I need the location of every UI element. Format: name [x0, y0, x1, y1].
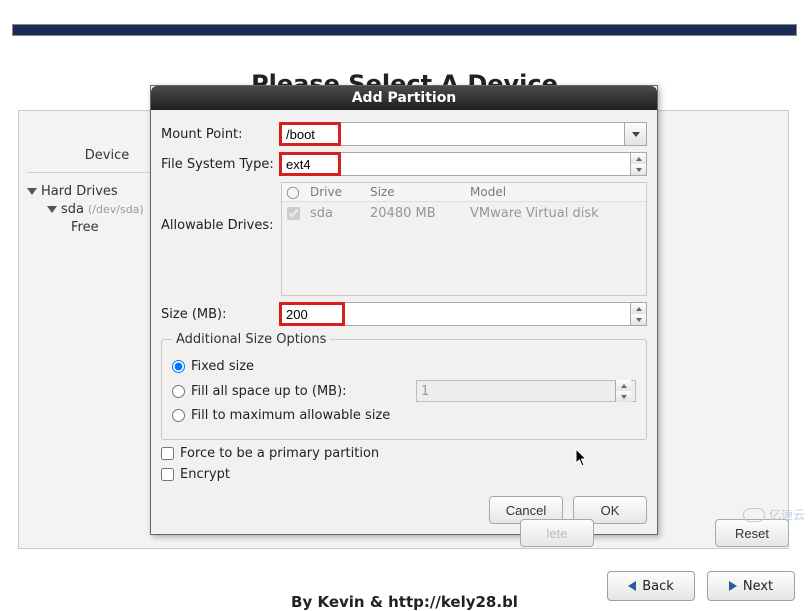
size-spinner[interactable]: [630, 303, 646, 325]
size-spinbox[interactable]: [281, 302, 647, 326]
drive-model: VMware Virtual disk: [464, 204, 646, 223]
tree-disk-label: sda: [61, 202, 84, 217]
bottom-buttons-partial: lete: [520, 519, 594, 547]
mount-point-label: Mount Point:: [161, 127, 281, 142]
arrow-left-icon: [628, 581, 636, 591]
radio-fill-max-row[interactable]: Fill to maximum allowable size: [172, 408, 636, 423]
force-primary-row[interactable]: Force to be a primary partition: [161, 446, 647, 461]
spinner-down-icon: [636, 168, 642, 172]
radio-fixed-row[interactable]: Fixed size: [172, 359, 636, 374]
drive-name: sda: [304, 204, 364, 223]
chevron-down-icon: [632, 132, 640, 137]
mount-point-input[interactable]: [282, 125, 338, 143]
radio-fixed[interactable]: [172, 360, 185, 373]
force-primary-label: Force to be a primary partition: [180, 446, 379, 461]
fs-type-label: File System Type:: [161, 157, 281, 172]
radio-fill-up-row[interactable]: Fill all space up to (MB): 1: [172, 380, 636, 402]
aso-legend: Additional Size Options: [172, 332, 330, 347]
radio-fill-up-label: Fill all space up to (MB):: [191, 384, 347, 399]
allowable-drives-label: Allowable Drives:: [161, 218, 281, 233]
fs-type-input[interactable]: [282, 155, 338, 173]
tree-free-label: Free: [71, 220, 99, 235]
radio-fill-max-label: Fill to maximum allowable size: [191, 408, 390, 423]
mount-point-combo[interactable]: [281, 122, 647, 146]
drives-header-size: Size: [364, 183, 464, 201]
drive-checkbox[interactable]: [287, 207, 300, 220]
next-label: Next: [743, 579, 773, 594]
size-label: Size (MB):: [161, 307, 281, 322]
footer-credit: By Kevin & http://kely28.bl: [0, 593, 809, 611]
spinner-down-icon: [636, 318, 642, 322]
delete-button-partial[interactable]: lete: [520, 519, 594, 547]
mount-point-dropdown-button[interactable]: [624, 123, 646, 145]
arrow-right-icon: [729, 581, 737, 591]
drives-header-model: Model: [464, 183, 646, 201]
spinner-up-icon: [636, 157, 642, 161]
spinner-down-icon: [621, 395, 627, 399]
spinner-up-icon: [621, 384, 627, 388]
encrypt-checkbox[interactable]: [161, 468, 174, 481]
drives-header-drive: Drive: [304, 183, 364, 201]
dialog-title: Add Partition: [151, 86, 657, 110]
radio-fixed-label: Fixed size: [191, 359, 254, 374]
drive-size: 20480 MB: [364, 204, 464, 223]
drives-header-check: ◯: [282, 183, 304, 201]
reset-button[interactable]: Reset: [715, 519, 789, 547]
top-bar: [12, 24, 797, 36]
radio-fill-up[interactable]: [172, 385, 185, 398]
allowable-drives-table: ◯ Drive Size Model sda 20480 MB VMware V…: [281, 182, 647, 296]
cloud-icon: [743, 508, 765, 522]
expand-icon[interactable]: [47, 206, 57, 213]
fs-type-combo[interactable]: [281, 152, 647, 176]
drives-header-row: ◯ Drive Size Model: [282, 183, 646, 202]
size-input[interactable]: [282, 305, 342, 323]
corner-brand: 亿速云: [743, 506, 805, 523]
force-primary-checkbox[interactable]: [161, 447, 174, 460]
fill-up-value: 1: [416, 380, 636, 402]
add-partition-dialog: Add Partition Mount Point: File System T…: [150, 85, 658, 535]
spinner-up-icon: [636, 307, 642, 311]
radio-fill-max[interactable]: [172, 409, 185, 422]
back-label: Back: [642, 579, 674, 594]
fs-type-spinner[interactable]: [630, 153, 646, 175]
encrypt-label: Encrypt: [180, 467, 230, 482]
additional-size-options: Additional Size Options Fixed size Fill …: [161, 332, 647, 440]
tree-disk-path: (/dev/sda): [88, 203, 144, 216]
encrypt-row[interactable]: Encrypt: [161, 467, 647, 482]
expand-icon[interactable]: [27, 188, 37, 195]
tree-root-label: Hard Drives: [41, 184, 118, 199]
table-row[interactable]: sda 20480 MB VMware Virtual disk: [282, 202, 646, 225]
